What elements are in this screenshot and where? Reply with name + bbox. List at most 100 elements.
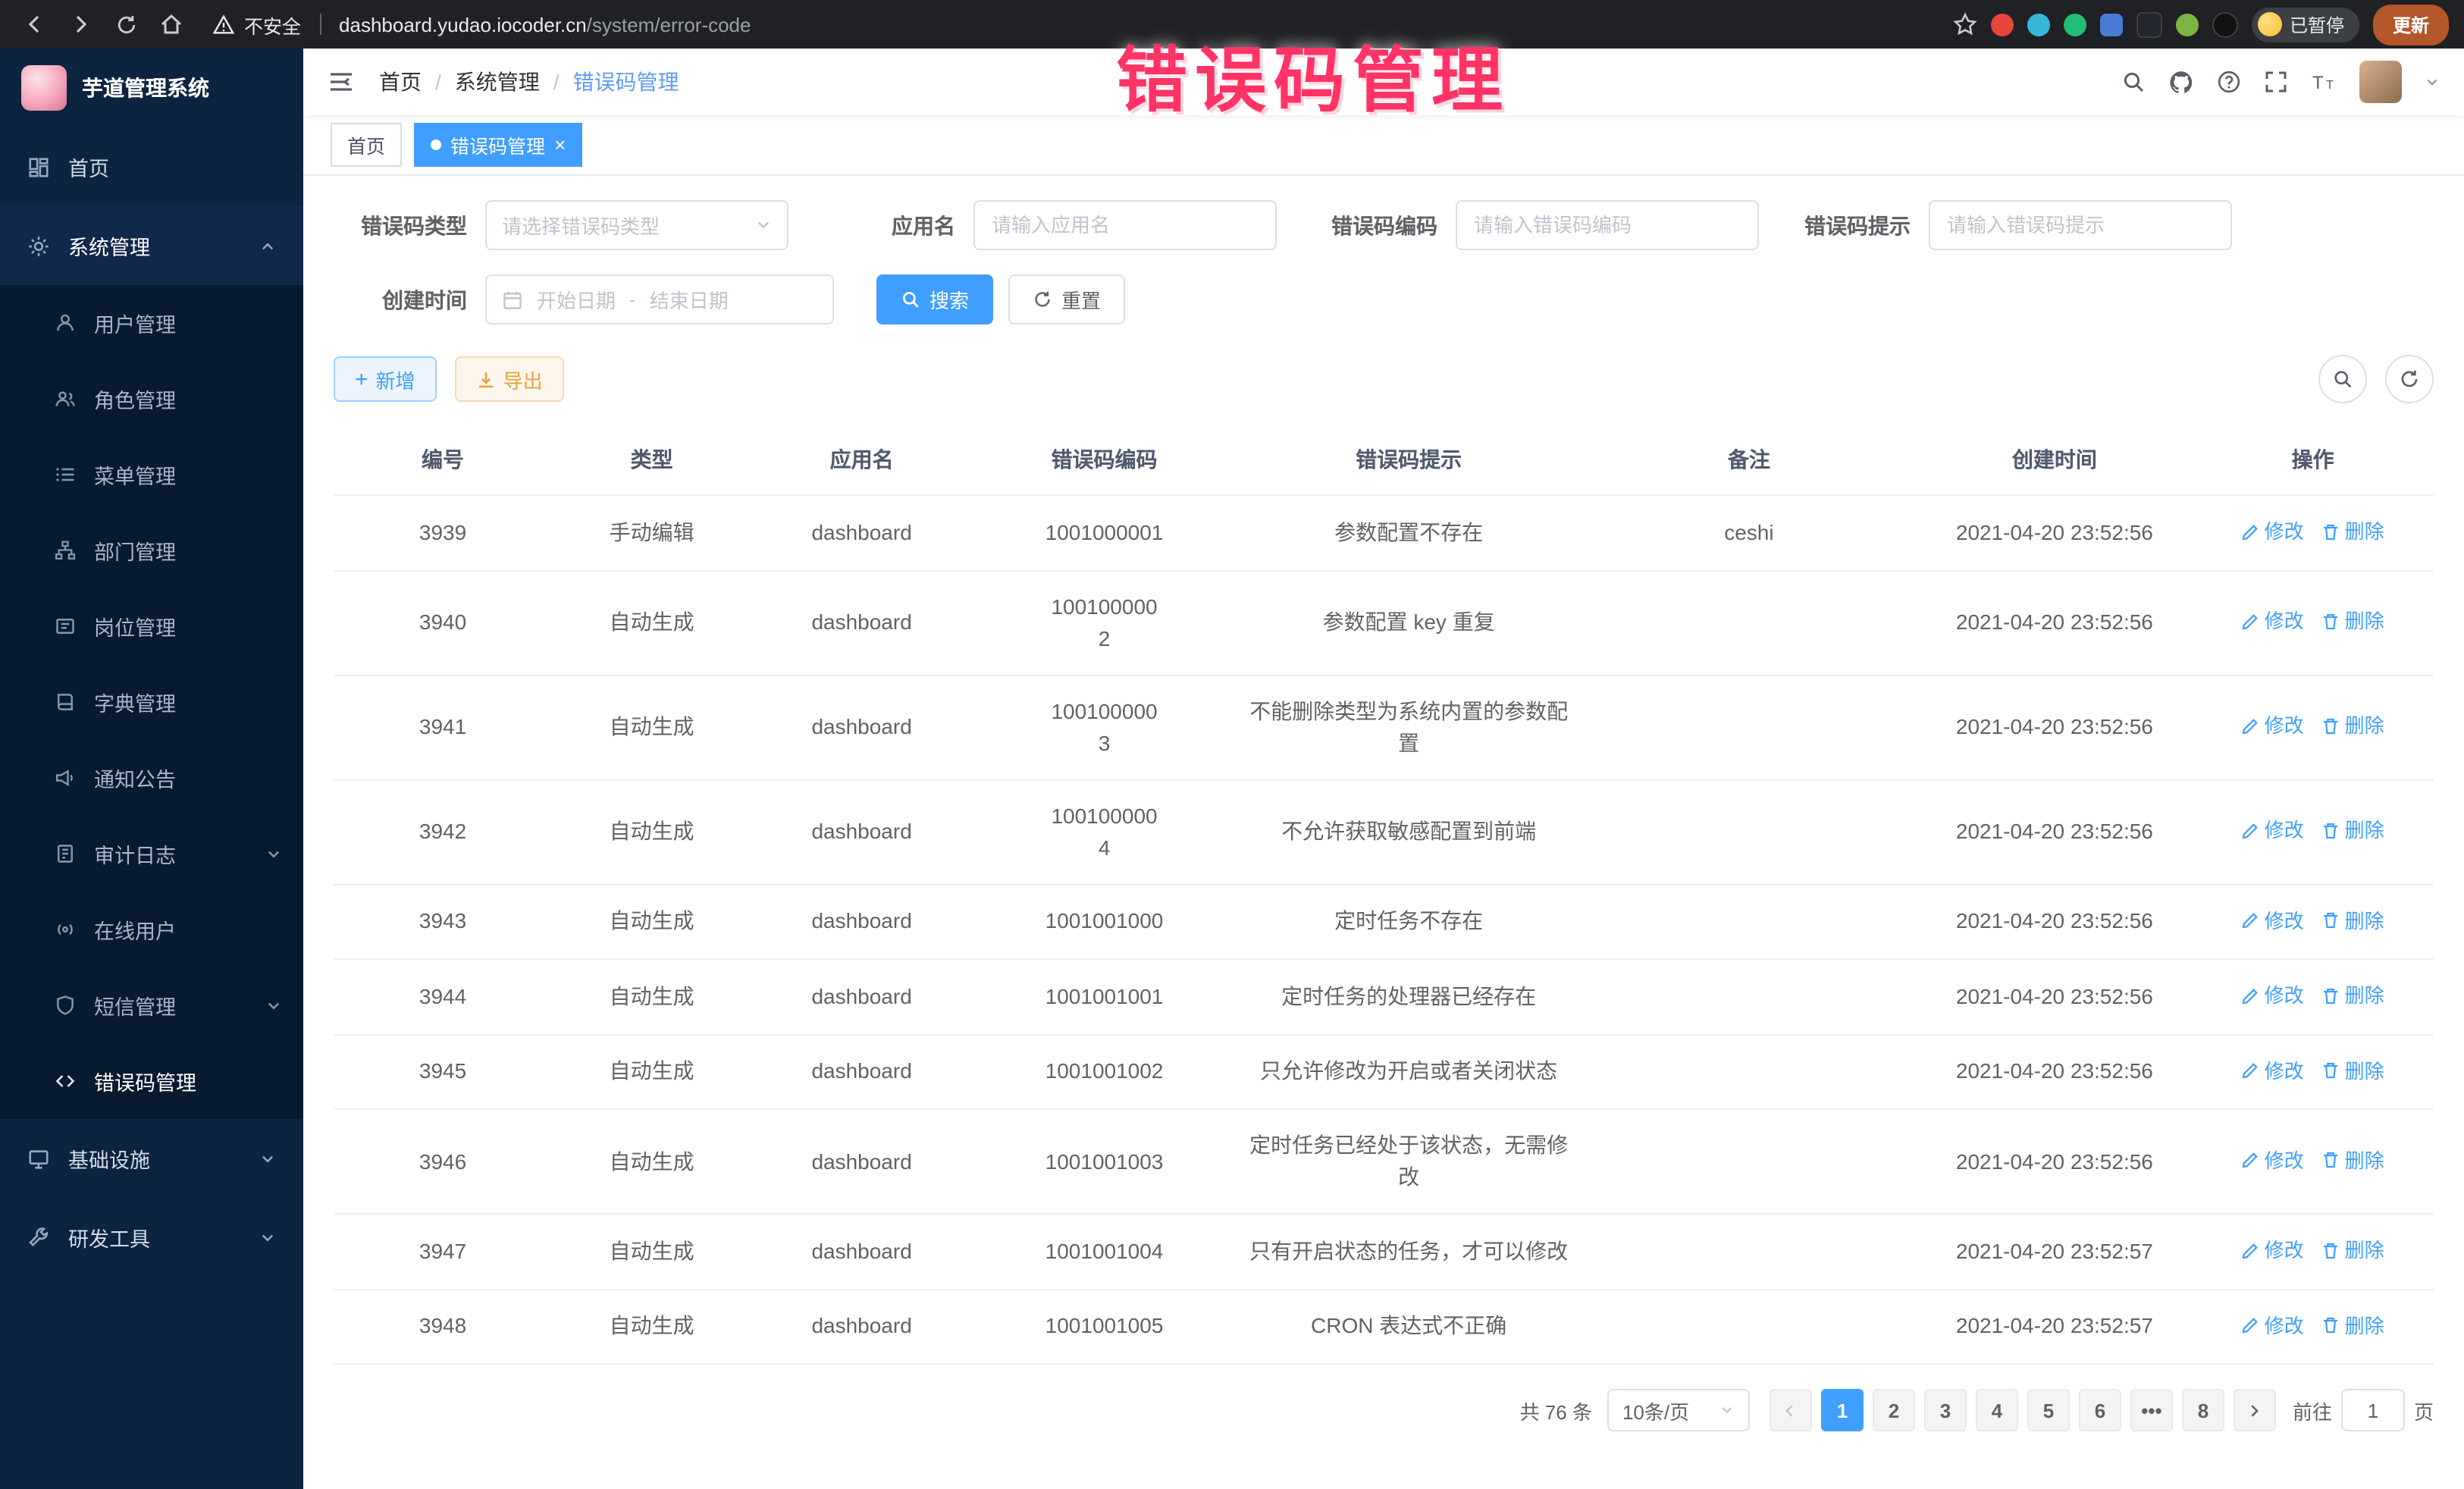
sidebar-item-dev-tools[interactable]: 研发工具	[0, 1198, 303, 1277]
edit-button[interactable]: 修改	[2242, 980, 2304, 1011]
page-button-5[interactable]: 5	[2027, 1389, 2070, 1431]
sidebar-item-dictionary[interactable]: 字典管理	[0, 664, 303, 740]
sidebar-item-departments[interactable]: 部门管理	[0, 513, 303, 588]
sidebar-item-online-users[interactable]: 在线用户	[0, 892, 303, 967]
table-row: 3941自动生成dashboard100100000 3不能删除类型为系统内置的…	[334, 675, 2434, 779]
sidebar-item-home[interactable]: 首页	[0, 127, 303, 206]
search-button[interactable]: 搜索	[876, 274, 993, 324]
page-button-3[interactable]: 3	[1924, 1389, 1967, 1431]
font-size-icon[interactable]: TT	[2311, 70, 2337, 94]
sidebar-item-posts[interactable]: 岗位管理	[0, 588, 303, 664]
hamburger-icon[interactable]	[328, 68, 355, 96]
page-button-8[interactable]: 8	[2182, 1389, 2224, 1431]
fullscreen-icon[interactable]	[2264, 70, 2288, 94]
vue-devtools-icon[interactable]	[2064, 13, 2086, 36]
breadcrumb-home[interactable]: 首页	[379, 67, 422, 97]
caret-down-icon[interactable]	[2425, 74, 2440, 89]
page-button-1[interactable]: 1	[1821, 1389, 1864, 1431]
breadcrumb-system[interactable]: 系统管理	[455, 67, 540, 97]
error-code-input[interactable]	[1456, 200, 1759, 250]
extension-record-icon[interactable]	[1991, 13, 2014, 36]
edit-button[interactable]: 修改	[2242, 904, 2304, 936]
back-icon[interactable]	[15, 5, 55, 44]
export-button[interactable]: 导出	[455, 356, 564, 402]
github-icon[interactable]	[2168, 69, 2194, 95]
chevron-down-icon	[265, 845, 282, 862]
edit-button[interactable]: 修改	[2242, 606, 2304, 638]
extension-paw-icon[interactable]	[2212, 11, 2238, 37]
page-ellipsis[interactable]: •••	[2130, 1389, 2173, 1431]
error-type-select[interactable]: 请选择错误码类型	[485, 200, 788, 250]
sidebar-item-system[interactable]: 系统管理	[0, 206, 303, 285]
tab-error-code[interactable]: 错误码管理 ×	[414, 123, 582, 167]
edit-button[interactable]: 修改	[2242, 710, 2304, 742]
shield-icon	[55, 995, 76, 1016]
sidebar-item-error-codes[interactable]: 错误码管理	[0, 1043, 303, 1119]
close-icon[interactable]: ×	[554, 135, 566, 155]
delete-button[interactable]: 删除	[2322, 710, 2384, 742]
list-icon	[55, 464, 76, 485]
delete-button[interactable]: 删除	[2322, 1234, 2384, 1266]
app-title: 芋道管理系统	[82, 73, 209, 103]
edit-button[interactable]: 修改	[2242, 1234, 2304, 1266]
url-bar[interactable]: dashboard.yudao.iocoder.cn/system/error-…	[339, 13, 751, 36]
range-separator: -	[629, 288, 636, 311]
sidebar: 芋道管理系统 首页 系统管理 用户管理 角色管理	[0, 49, 303, 1489]
page-button-2[interactable]: 2	[1873, 1389, 1915, 1431]
toggle-search-button[interactable]	[2318, 355, 2367, 403]
extension-drop-icon[interactable]	[2027, 13, 2050, 36]
announcement-icon	[55, 767, 76, 788]
edit-button[interactable]: 修改	[2242, 1055, 2304, 1086]
help-icon[interactable]	[2217, 70, 2241, 94]
extension-grid-icon[interactable]	[2100, 13, 2123, 36]
page-button-6[interactable]: 6	[2079, 1389, 2121, 1431]
bookmark-star-icon[interactable]	[1953, 12, 1977, 36]
home-icon[interactable]	[152, 5, 191, 44]
delete-button[interactable]: 删除	[2322, 606, 2384, 638]
delete-button[interactable]: 删除	[2322, 516, 2384, 547]
page-button-4[interactable]: 4	[1976, 1389, 2018, 1431]
paused-badge[interactable]: 已暂停	[2252, 7, 2359, 42]
extension-leaf-icon[interactable]	[2176, 13, 2199, 36]
sidebar-item-announcements[interactable]: 通知公告	[0, 740, 303, 816]
col-time: 创建时间	[1917, 425, 2192, 495]
delete-button[interactable]: 删除	[2322, 1309, 2384, 1341]
add-button[interactable]: + 新增	[334, 356, 437, 402]
sidebar-item-infrastructure[interactable]: 基础设施	[0, 1119, 303, 1198]
delete-button[interactable]: 删除	[2322, 980, 2384, 1011]
error-msg-input[interactable]	[1929, 200, 2232, 250]
svg-text:T: T	[2326, 79, 2334, 92]
sidebar-item-users[interactable]: 用户管理	[0, 285, 303, 361]
delete-button[interactable]: 删除	[2322, 904, 2384, 936]
page-size-select[interactable]: 10条/页	[1607, 1389, 1750, 1431]
reload-icon[interactable]	[106, 5, 146, 44]
extension-dark-icon[interactable]	[2136, 11, 2162, 37]
date-range-picker[interactable]: 开始日期 - 结束日期	[485, 274, 834, 324]
edit-button[interactable]: 修改	[2242, 1309, 2304, 1341]
goto-page-input[interactable]	[2341, 1389, 2405, 1431]
edit-button[interactable]: 修改	[2242, 1145, 2304, 1177]
delete-button[interactable]: 删除	[2322, 1145, 2384, 1177]
update-button[interactable]: 更新	[2373, 4, 2449, 45]
screen: 不安全 dashboard.yudao.iocoder.cn/system/er…	[0, 0, 2464, 1489]
prev-page-button[interactable]	[1770, 1389, 1812, 1431]
search-icon[interactable]	[2121, 70, 2146, 94]
edit-button[interactable]: 修改	[2242, 516, 2304, 547]
user-avatar[interactable]	[2359, 61, 2402, 103]
edit-button[interactable]: 修改	[2242, 815, 2304, 847]
reset-button[interactable]: 重置	[1008, 274, 1125, 324]
delete-button[interactable]: 删除	[2322, 815, 2384, 847]
sidebar-item-audit-logs[interactable]: 审计日志	[0, 816, 303, 892]
refresh-table-button[interactable]	[2385, 355, 2434, 403]
sidebar-item-sms[interactable]: 短信管理	[0, 967, 303, 1043]
app-name-input[interactable]	[973, 200, 1277, 250]
delete-button[interactable]: 删除	[2322, 1055, 2384, 1086]
forward-icon[interactable]	[61, 5, 100, 44]
next-page-button[interactable]	[2234, 1389, 2276, 1431]
sidebar-item-menus[interactable]: 菜单管理	[0, 437, 303, 513]
sidebar-item-roles[interactable]: 角色管理	[0, 361, 303, 437]
filter-row-1: 错误码类型 请选择错误码类型 应用名 错误码编码 错误码提示	[334, 200, 2434, 250]
tags-view: 首页 错误码管理 ×	[303, 115, 2464, 176]
tab-home[interactable]: 首页	[331, 123, 402, 167]
logo[interactable]: 芋道管理系统	[0, 49, 303, 127]
